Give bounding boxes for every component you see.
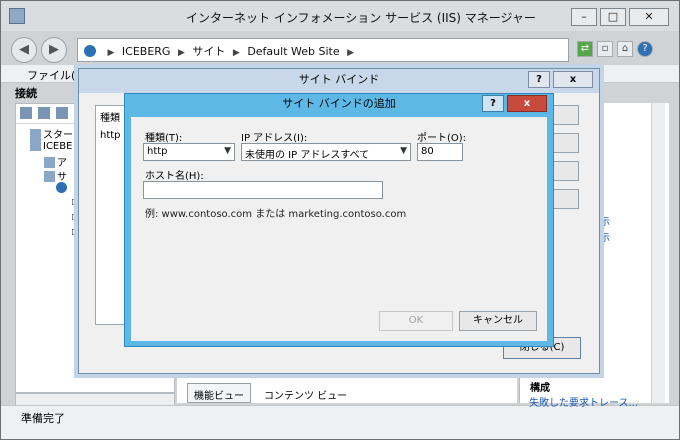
type-label: 種類(T): [145,133,183,144]
breadcrumb[interactable]: ▶ ICEBERG ▶ サイト ▶ Default Web Site ▶ [77,38,569,62]
help-icon[interactable]: ? [637,41,653,57]
save-icon[interactable] [38,107,50,119]
start-page-icon [30,129,41,140]
breadcrumb-separator-icon: ▶ [177,48,185,58]
tab-content-view[interactable]: コンテンツ ビュー [257,383,354,403]
status-bar: 準備完了 失敗した要求トレース... [1,398,679,439]
dialog-controls: ? x [482,95,547,112]
app-pool-icon [44,157,55,168]
globe-icon [56,182,67,193]
close-button[interactable]: x [507,95,547,112]
view-tabs: 機能ビュー コンテンツ ビュー [187,383,354,403]
sites-folder-icon [44,171,55,182]
ok-button[interactable]: OK [379,311,453,331]
cancel-button[interactable]: キャンセル [459,311,537,331]
stop-icon[interactable]: ▫ [597,41,613,57]
dialog-title: サイト バインド [79,69,599,93]
ip-address-label: IP アドレス(I): [241,133,308,144]
chevron-down-icon: ▼ [400,146,407,156]
connect-icon[interactable] [20,107,32,119]
port-field[interactable]: 80 [417,143,463,161]
tree-item-sites[interactable]: サ [44,168,67,183]
breadcrumb-server[interactable]: ICEBERG [122,45,171,58]
folder-icon[interactable] [56,107,68,119]
window-controls: – □ ✕ [571,8,669,26]
binding-row-type[interactable]: http [96,127,126,144]
back-button[interactable]: ◀ [11,37,37,63]
section-configure: 構成 [530,383,550,394]
address-bar: ◀ ▶ ▶ ICEBERG ▶ サイト ▶ Default Web Site ▶… [11,37,671,63]
type-select[interactable]: http ▼ [143,143,235,161]
forward-button[interactable]: ▶ [41,37,67,63]
window-title: インターネット インフォメーション サービス (IIS) マネージャー [186,11,536,25]
ip-address-select[interactable]: 未使用の IP アドレスすべて ▼ [241,143,411,161]
home-icon[interactable]: ⌂ [617,41,633,57]
breadcrumb-separator-icon: ▶ [232,48,240,58]
add-site-binding-dialog: サイト バインドの追加 ? x 種類(T): http ▼ IP アドレス(I)… [124,93,554,347]
minimize-button[interactable]: – [571,8,597,26]
tree-item-default-site[interactable] [56,182,69,194]
address-toolbar: ⇄ ▫ ⌂ ? [577,41,653,57]
tree-item-server[interactable]: ICEBE [30,140,72,152]
tree-item-start[interactable]: スタート [30,126,83,141]
bindings-list[interactable]: 種類 http [95,105,127,325]
globe-icon [84,45,96,57]
breadcrumb-site[interactable]: Default Web Site [247,45,339,58]
close-button[interactable]: ✕ [629,8,669,26]
host-name-field[interactable] [143,181,383,199]
ip-address-select-value: 未使用の IP アドレスすべて [245,150,370,161]
action-link[interactable]: 示 [600,213,610,228]
tree-item-app-pools[interactable]: ア [44,154,67,169]
tab-features-view[interactable]: 機能ビュー [187,383,251,403]
breadcrumb-separator-icon: ▶ [107,48,115,58]
dialog-controls: ? x [528,71,593,88]
maximize-button[interactable]: □ [600,8,626,26]
dialog-body: 種類(T): http ▼ IP アドレス(I): 未使用の IP アドレスすべ… [131,117,547,341]
title-bar: インターネット インフォメーション サービス (IIS) マネージャー – □ … [1,1,679,31]
host-name-example: 例: www.contoso.com または marketing.contoso… [145,209,407,220]
refresh-icon[interactable]: ⇄ [577,41,593,57]
column-header-type[interactable]: 種類 [96,106,126,127]
host-name-label: ホスト名(H): [145,171,204,182]
failed-request-tracing-link[interactable]: 失敗した要求トレース... [529,394,638,409]
breadcrumb-separator-icon: ▶ [347,48,355,58]
chevron-down-icon: ▼ [224,146,231,156]
help-button[interactable]: ? [482,95,504,112]
action-link[interactable]: 示 [600,229,610,244]
actions-vertical-scrollbar[interactable] [651,103,665,403]
type-select-value: http [147,146,168,157]
help-button[interactable]: ? [528,71,550,88]
server-icon [30,140,41,151]
iis-app-icon [9,8,25,24]
status-text: 準備完了 [21,412,65,425]
port-label: ポート(O): [417,133,467,144]
breadcrumb-sites[interactable]: サイト [192,45,225,58]
close-button[interactable]: x [553,71,593,88]
